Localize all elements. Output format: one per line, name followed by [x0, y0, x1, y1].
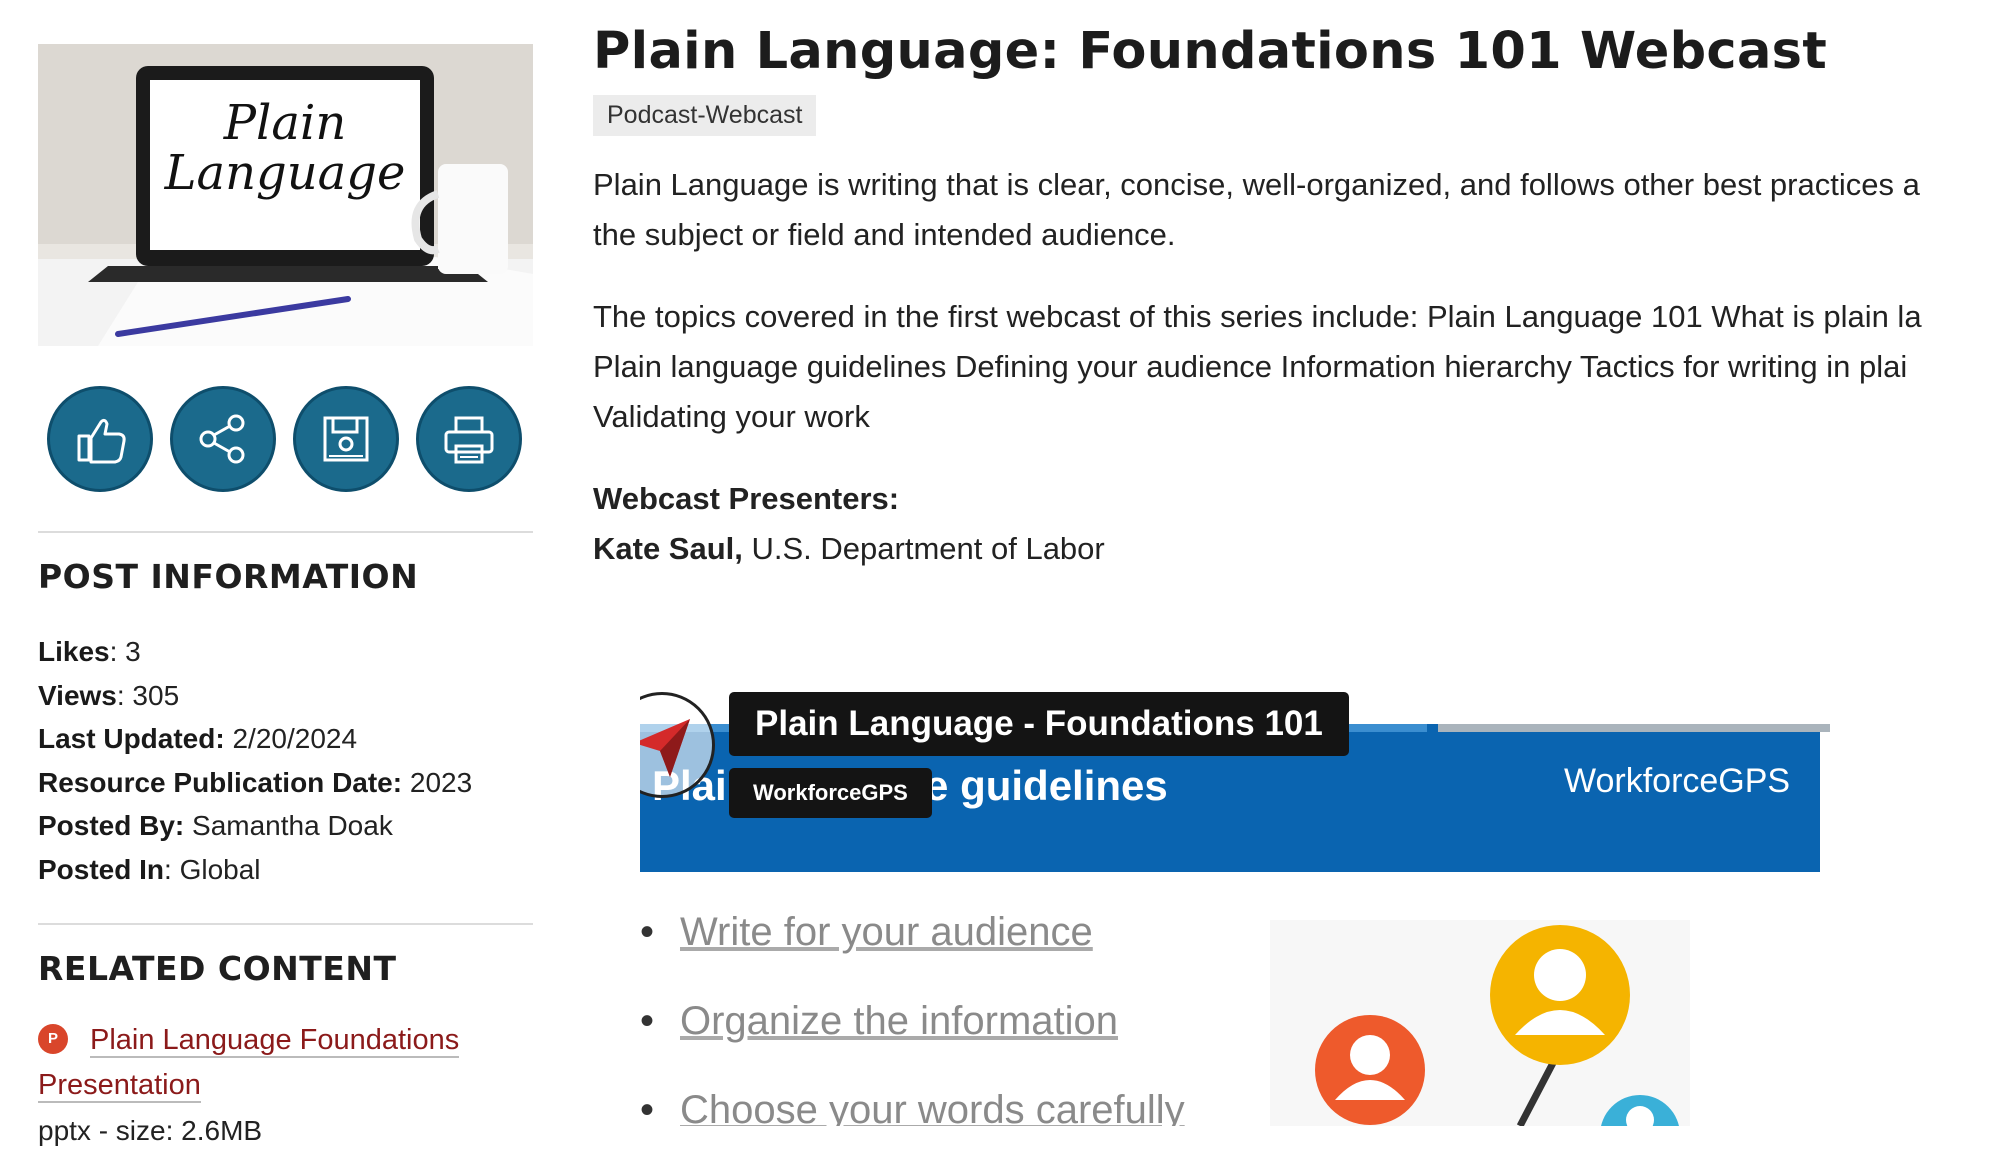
last-updated-value: 2/20/2024 — [224, 723, 358, 754]
posted-by-value: Samantha Doak — [184, 810, 393, 841]
description-paragraph-2: The topics covered in the first webcast … — [593, 292, 2000, 442]
save-button[interactable] — [293, 386, 399, 492]
related-item: P Plain Language Foundations Presentation… — [38, 1018, 533, 1153]
posted-in-label: Posted In — [38, 853, 165, 885]
slide-bullet-text: Choose your words carefully — [680, 1088, 1185, 1126]
slide-progress-remaining — [1438, 724, 1830, 732]
description-line: Validating your work — [593, 399, 870, 434]
share-icon — [199, 414, 245, 464]
description-line: The topics covered in the first webcast … — [593, 299, 1922, 334]
main-content: Plain Language: Foundations 101 Webcast … — [593, 22, 2000, 574]
posted-in-row: Posted In: Global — [38, 848, 533, 892]
divider — [38, 923, 533, 925]
description: Plain Language is writing that is clear,… — [593, 160, 2000, 442]
likes-value: : 3 — [109, 636, 141, 667]
posted-by-label: Posted By: — [38, 810, 185, 841]
publication-date-value: 2023 — [402, 766, 473, 798]
video-player[interactable]: Plain language guidelines WorkforceGPS •… — [640, 690, 1830, 1126]
slide-bullets: • Write for your audience • Organize the i… — [640, 910, 1185, 1126]
presenter-org: U.S. Department of Labor — [742, 531, 1105, 566]
post-information-heading: POST INFORMATION — [38, 557, 419, 596]
slide-bullet-text: Organize the information — [680, 999, 1119, 1043]
thumbs-up-icon — [77, 418, 126, 464]
paper-plane-icon — [640, 719, 690, 777]
views-label: Views — [38, 679, 117, 711]
presenters-label: Webcast Presenters: — [593, 481, 900, 516]
resource-thumbnail: Plain Language — [38, 44, 533, 346]
presenter-name: Kate Saul, — [593, 531, 743, 566]
powerpoint-icon: P — [38, 1024, 68, 1055]
description-line: Plain Language is writing that is clear,… — [593, 167, 1920, 202]
publication-date-label: Resource Publication Date: — [38, 766, 403, 798]
printer-icon — [444, 416, 494, 464]
slide-bullet: • Choose your words carefully — [640, 1088, 1185, 1126]
sidebar: Plain Language POST INFORMATION Likes: 3… — [38, 44, 533, 1153]
likes-label: Likes — [38, 636, 110, 667]
last-updated-label: Last Updated: — [38, 723, 225, 754]
social-actions — [38, 386, 533, 492]
slide-people-illustration — [1270, 920, 1690, 1126]
post-information: Likes: 3 Views: 305 Last Updated: 2/20/2… — [38, 630, 533, 891]
floppy-disk-icon — [323, 416, 369, 462]
thumbnail-image: Plain Language — [38, 44, 533, 346]
divider — [38, 531, 533, 533]
description-line: the subject or field and intended audien… — [593, 217, 1176, 252]
thumbnail-text-1: Plain — [223, 95, 347, 151]
last-updated-row: Last Updated: 2/20/2024 — [38, 717, 533, 761]
share-button[interactable] — [170, 386, 276, 492]
related-item-link-continued[interactable]: Presentation — [38, 1069, 201, 1103]
video-channel-overlay[interactable]: WorkforceGPS — [729, 768, 932, 818]
like-button[interactable] — [47, 386, 153, 492]
likes-row: Likes: 3 — [38, 630, 533, 674]
slide-bullet: • Write for your audience — [640, 910, 1093, 954]
thumbnail-text-2: Language — [164, 145, 406, 201]
category-tag[interactable]: Podcast-Webcast — [593, 95, 817, 136]
posted-in-value: : Global — [164, 853, 261, 885]
views-value: : 305 — [116, 679, 180, 711]
related-item-link[interactable]: Plain Language Foundations — [90, 1024, 460, 1058]
slide-bullet-text: Write for your audience — [680, 910, 1093, 954]
related-content-heading: RELATED CONTENT — [38, 949, 397, 988]
views-row: Views: 305 — [38, 674, 533, 718]
publication-date-row: Resource Publication Date: 2023 — [38, 761, 533, 805]
posted-by-row: Posted By: Samantha Doak — [38, 804, 533, 848]
description-paragraph-1: Plain Language is writing that is clear,… — [593, 160, 2000, 260]
print-button[interactable] — [416, 386, 522, 492]
presenters: Webcast Presenters: Kate Saul, U.S. Depa… — [593, 474, 2000, 574]
description-line: Plain language guidelines Defining your … — [593, 349, 1908, 384]
related-item-meta: pptx - size: 2.6MB — [38, 1115, 263, 1146]
video-title-overlay[interactable]: Plain Language - Foundations 101 — [729, 692, 1349, 756]
channel-avatar[interactable] — [640, 692, 715, 798]
slide-bullet: • Organize the information — [640, 999, 1119, 1043]
page-title: Plain Language: Foundations 101 Webcast — [593, 22, 1828, 81]
slide-logo: WorkforceGPS — [1564, 762, 1791, 800]
